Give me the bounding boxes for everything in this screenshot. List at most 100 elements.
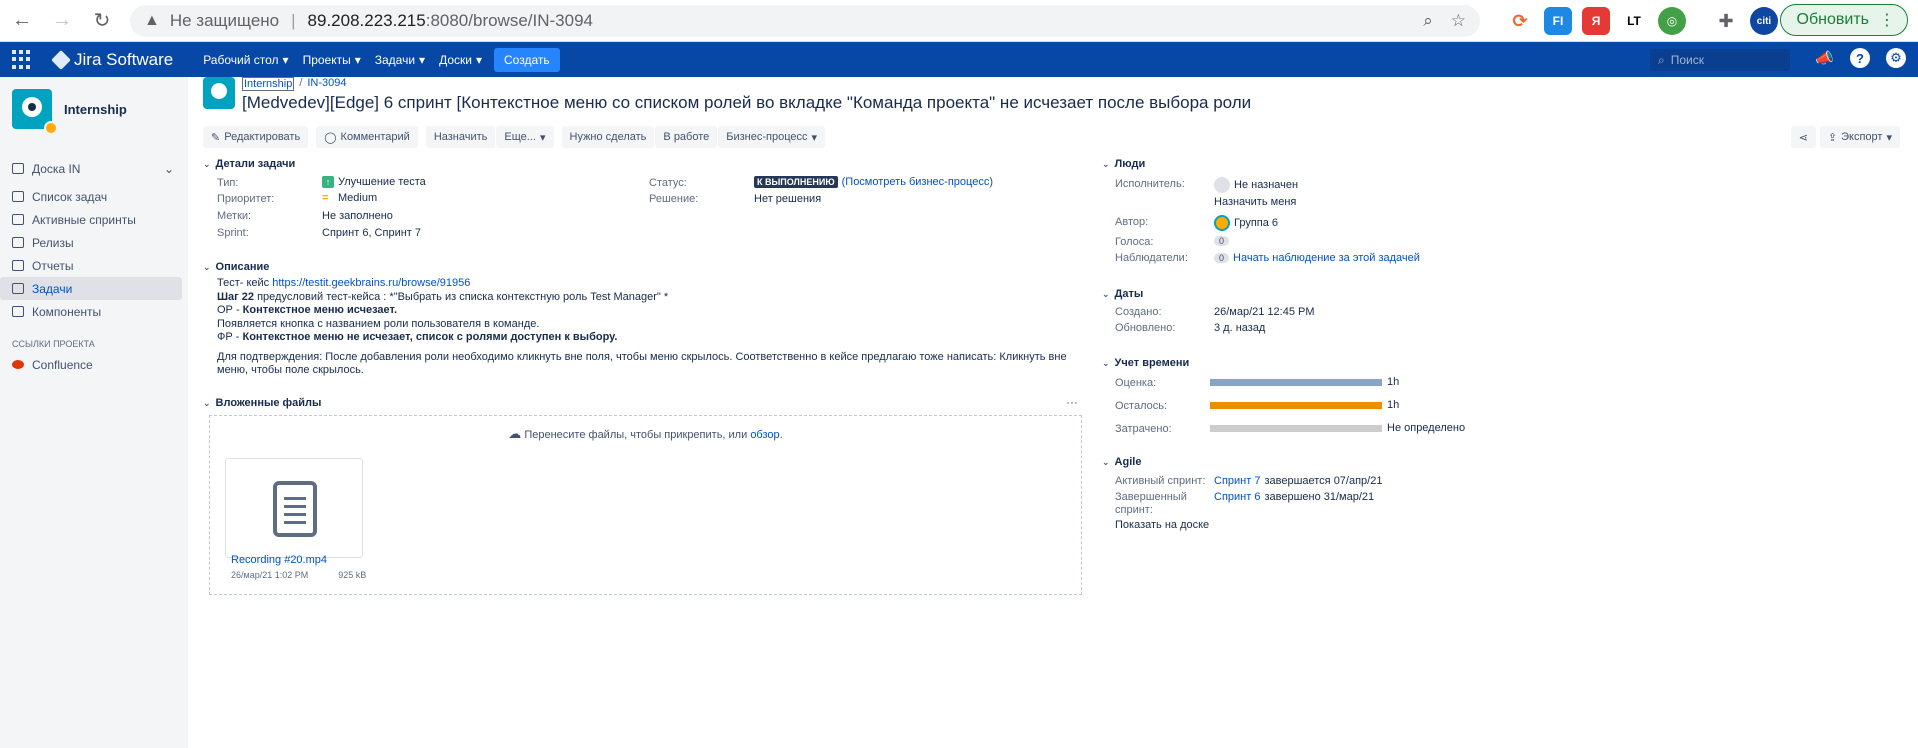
puzzle-icon[interactable]: ✚ [1712,7,1740,35]
todo-transition-button[interactable]: Нужно сделать [561,126,655,148]
issue-project-avatar[interactable] [203,77,235,109]
assignee-value: Не назначен [1214,177,1298,193]
reporter-value[interactable]: Группа 6 [1214,215,1278,231]
sidebar-item-active-sprints[interactable]: Активные спринты [0,208,188,231]
resolution-label: Решение: [649,193,699,205]
project-avatar[interactable] [12,89,58,135]
issue-title[interactable]: [Medvedev][Edge] 6 спринт [Контекстное м… [242,93,1251,113]
bookmark-star-icon[interactable]: ☆ [1451,11,1466,31]
votes-label: Голоса: [1115,236,1154,248]
chevron-down-icon: ▾ [539,131,546,144]
logged-label: Затрачено: [1115,423,1172,435]
confluence-icon [12,360,24,369]
create-button[interactable]: Создать [494,47,560,72]
description-section-header[interactable]: ⌄ Описание [203,261,269,273]
testcase-link[interactable]: https://testit.geekbrains.ru/browse/9195… [272,277,470,289]
votes-value[interactable]: 0 [1214,236,1230,246]
sidebar-item-components[interactable]: Компоненты [0,300,188,323]
assign-to-me-link[interactable]: Назначить меня [1214,196,1296,208]
back-icon[interactable]: ← [4,3,40,39]
details-section-header[interactable]: ⌄ Детали задачи [203,158,295,170]
zoom-icon[interactable]: ⌕ [1423,11,1433,31]
logged-bar [1210,425,1382,432]
settings-icon[interactable]: ⚙ [1886,48,1906,68]
active-sprint-link[interactable]: Спринт 7 [1214,475,1260,487]
warning-icon: ▲ [144,12,160,29]
remaining-label: Осталось: [1115,400,1168,412]
sidebar-item-issues[interactable]: Задачи [0,277,182,300]
export-button[interactable]: ⇪ Экспорт ▾ [1819,126,1900,148]
sidebar-item-backlog[interactable]: Список задач [0,185,188,208]
in-progress-transition-button[interactable]: В работе [655,126,718,148]
extension-lt-icon[interactable]: LT [1620,7,1648,35]
address-bar[interactable]: ▲ Не защищено | 89.208.223.215 :8080/bro… [130,5,1480,37]
attachment-size: 925 kB [338,570,367,580]
attachments-more-button[interactable]: ··· [1066,395,1078,409]
url-host: 89.208.223.215 [307,11,426,30]
assign-button[interactable]: Назначить [425,126,496,148]
priority-medium-icon: = [322,192,329,204]
menu-projects[interactable]: Проекты ▾ [303,53,361,67]
breadcrumb-project[interactable]: Internship [242,77,295,91]
project-name[interactable]: Internship [64,102,127,117]
jira-mark-icon [51,49,71,70]
view-workflow-link[interactable]: (Посмотреть бизнес-процесс) [842,176,993,188]
sidebar-item-reports[interactable]: Отчеты [0,254,188,277]
backlog-icon [12,191,24,202]
board-selector[interactable]: Доска IN ⌄ [0,157,188,180]
reload-icon[interactable]: ↻ [84,3,120,39]
chevron-down-icon: ⌄ [1102,357,1110,368]
watchers-value: 0 Начать наблюдение за этой задачей [1214,252,1420,264]
completed-sprint-link[interactable]: Спринт 6 [1214,491,1260,503]
comment-button[interactable]: ◯ Комментарий [316,126,418,148]
attachment-filename[interactable]: Recording #20.mp4 [231,554,327,566]
breadcrumb-issue-key[interactable]: IN-3094 [307,77,346,91]
pencil-icon: ✎ [211,131,221,144]
jira-search-input[interactable]: ⌕ Поиск [1650,49,1790,71]
attachment-thumbnail[interactable] [225,458,363,558]
jira-logo[interactable]: Jira Software [51,49,173,70]
resolution-value: Нет решения [754,193,822,205]
chevron-down-icon: ⌄ [1102,288,1110,299]
browse-files-link[interactable]: обзор [750,429,779,441]
workflow-button[interactable]: Бизнес-процесс ▾ [718,126,826,148]
app-switcher-icon[interactable] [12,49,32,70]
menu-boards[interactable]: Доски ▾ [439,53,482,67]
chevron-down-icon: ▾ [419,52,426,67]
edit-button[interactable]: ✎ Редактировать [203,126,309,148]
view-on-board-link[interactable]: Показать на доске [1115,519,1209,531]
extension-circle-icon[interactable]: ◎ [1658,7,1686,35]
watchers-count[interactable]: 0 [1214,253,1230,263]
chevron-down-icon: ⌄ [1102,158,1110,169]
extension-icon[interactable]: ⟳ [1506,7,1534,35]
sidebar-item-confluence[interactable]: Confluence [0,353,188,376]
menu-issues[interactable]: Задачи ▾ [375,53,425,67]
sidebar-item-releases[interactable]: Релизы [0,231,188,254]
people-section-header[interactable]: ⌄ Люди [1102,158,1145,170]
project-links-caption: ССЫЛКИ ПРОЕКТА [12,339,95,349]
menu-dashboards[interactable]: Рабочий стол ▾ [203,53,288,67]
estimate-bar-fill [1210,379,1382,386]
priority-label: Приоритет: [217,193,275,205]
attachment-dropzone[interactable]: ☁ Перенесите файлы, чтобы прикрепить, ил… [209,415,1082,595]
more-actions-button[interactable]: Еще... ▾ [496,126,554,148]
extension-ya-icon[interactable]: Я [1582,7,1610,35]
dates-section-header[interactable]: ⌄ Даты [1102,288,1143,300]
update-button[interactable]: Обновить ⋮ [1779,4,1908,36]
active-sprint-value: Спринт 7 завершается 07/апр/21 [1214,475,1383,487]
announcement-icon[interactable]: 📣 [1815,49,1834,67]
agile-section-header[interactable]: ⌄ Agile [1102,456,1141,468]
time-tracking-section-header[interactable]: ⌄ Учет времени [1102,357,1189,369]
start-watching-link[interactable]: Начать наблюдение за этой задачей [1233,252,1420,264]
profile-avatar[interactable]: citi [1750,7,1778,35]
attachments-section-header[interactable]: ⌄ Вложенные файлы [203,397,321,409]
insecure-label: Не защищено [169,11,280,30]
forward-icon[interactable]: → [44,3,80,39]
chevron-down-icon: ⌄ [203,261,211,272]
watchers-label: Наблюдатели: [1115,252,1188,264]
extension-fi-icon[interactable]: FI [1544,7,1572,35]
help-icon[interactable]: ? [1850,48,1870,68]
description-body[interactable]: Тест- кейс https://testit.geekbrains.ru/… [217,277,1067,378]
share-button[interactable]: ⋖ [1790,126,1816,148]
created-value: 26/мар/21 12:45 PM [1214,306,1315,318]
